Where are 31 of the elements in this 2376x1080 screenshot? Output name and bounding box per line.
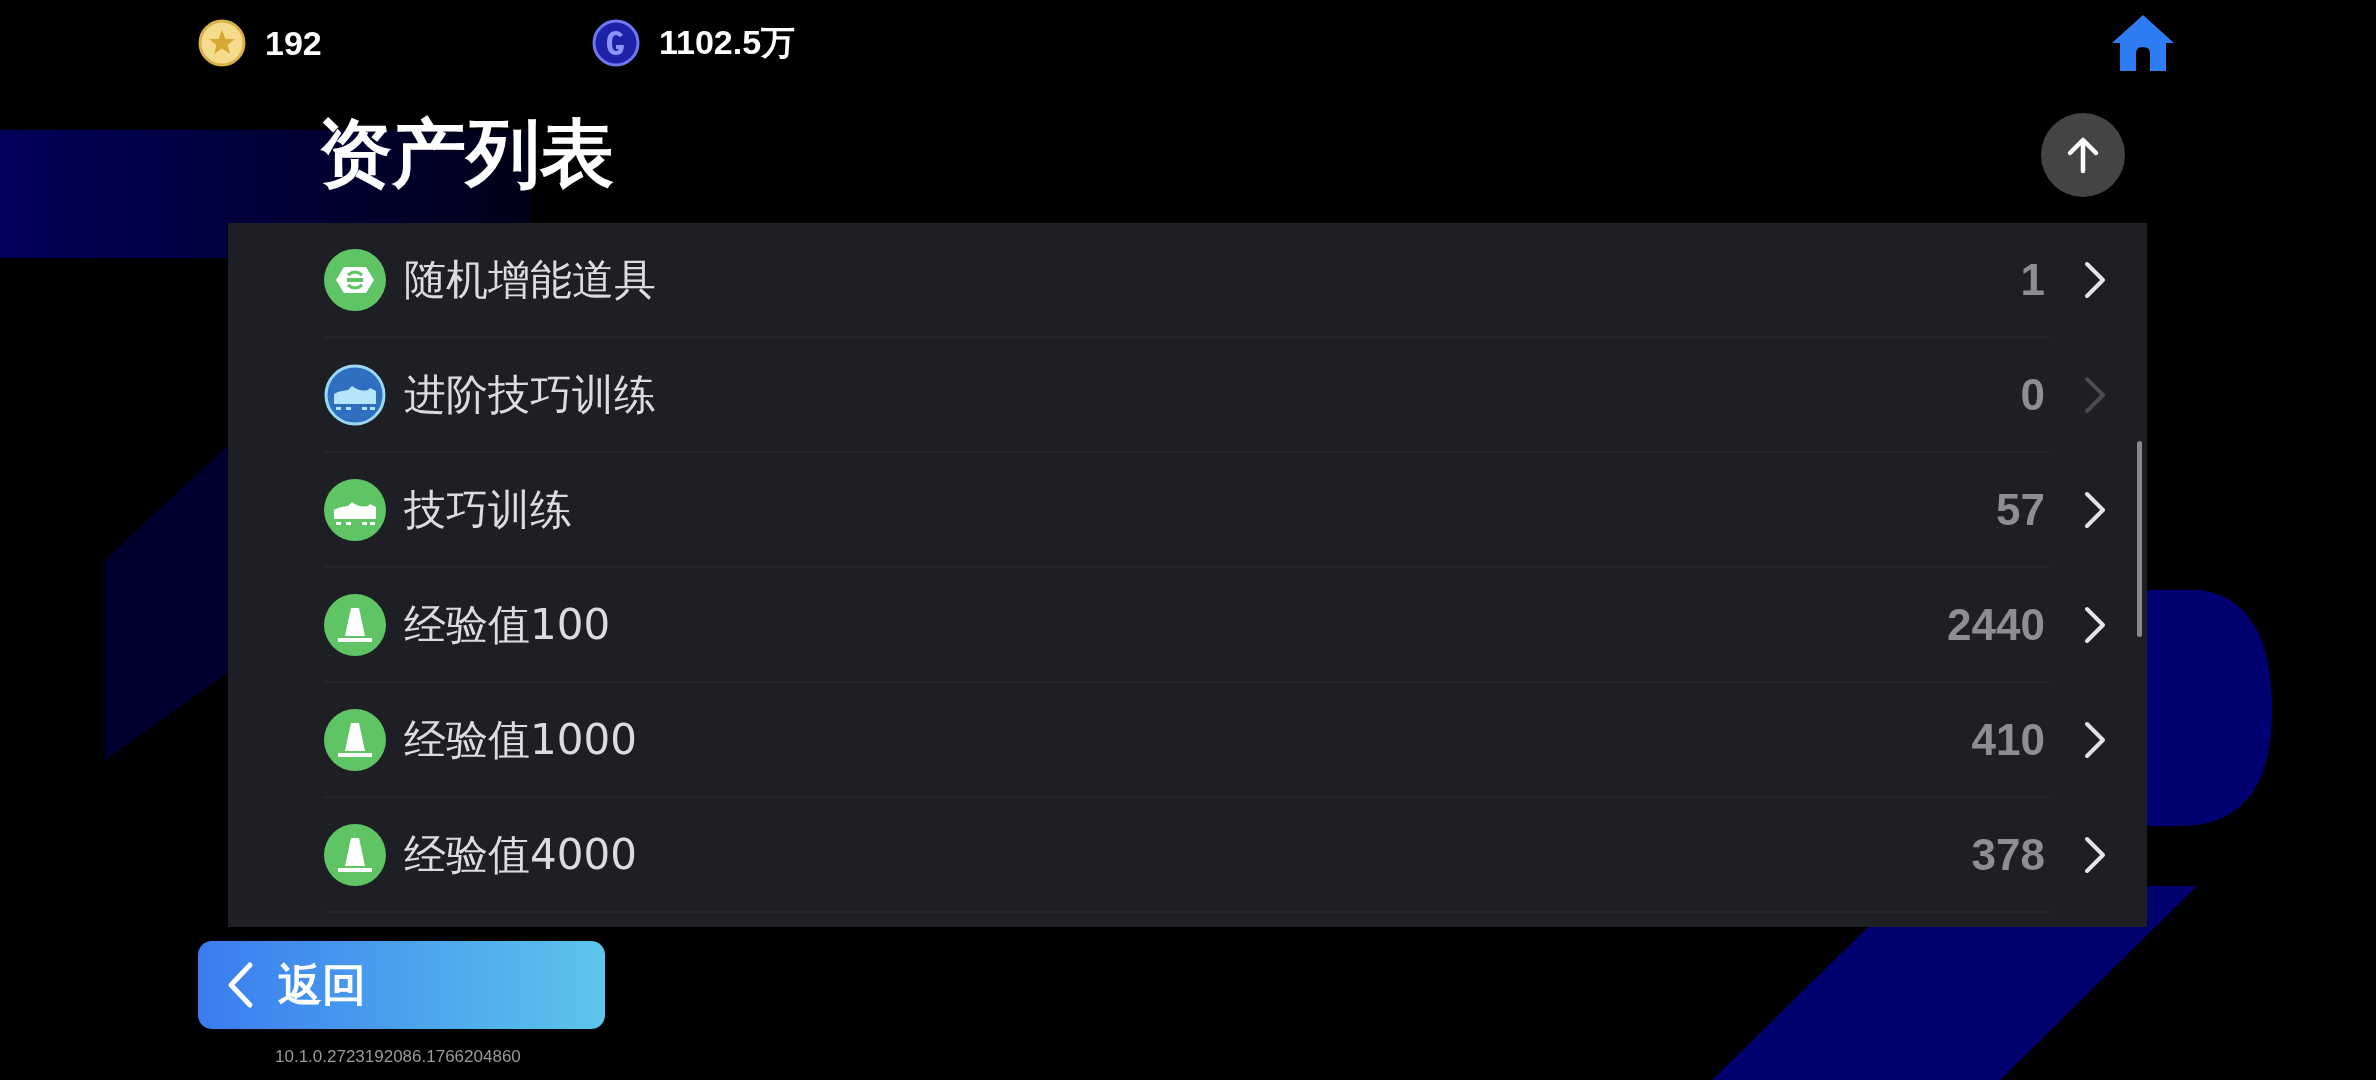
asset-row[interactable]: 经验值4000 378 (324, 798, 2049, 913)
asset-count: 410 (1971, 714, 2045, 765)
cone-icon (324, 708, 386, 771)
asset-name: 进阶技巧训练 (404, 368, 656, 421)
asset-name: 技巧训练 (404, 483, 572, 536)
shoe-icon (324, 478, 386, 541)
star-coin-icon (198, 19, 246, 67)
asset-row[interactable]: 经验值100 2440 (324, 568, 2049, 683)
asset-name: 经验值4000 (404, 828, 637, 881)
chevron-left-icon (226, 961, 254, 1009)
asset-row[interactable]: 随机增能道具 1 (324, 223, 2049, 338)
asset-count: 0 (2020, 369, 2045, 420)
scrollbar[interactable] (2137, 441, 2142, 637)
asset-count: 1 (2020, 254, 2045, 305)
asset-count: 57 (1996, 484, 2045, 535)
home-icon[interactable] (2110, 13, 2176, 73)
cone-icon (324, 823, 386, 886)
g-coin-icon (592, 19, 640, 67)
shoe-icon (324, 363, 386, 426)
page-title: 资产列表 (318, 108, 614, 198)
version-text: 10.1.0.2723192086.1766204860 (275, 1047, 522, 1067)
asset-count: 2440 (1947, 599, 2045, 650)
asset-row[interactable]: 经验值1000 410 (324, 683, 2049, 798)
asset-row[interactable]: 技巧训练 57 (324, 453, 2049, 568)
asset-count: 378 (1971, 829, 2045, 880)
cone-icon (324, 593, 386, 656)
asset-name: 经验值1000 (404, 713, 637, 766)
asset-name: 随机增能道具 (404, 253, 656, 306)
currency-amount: 192 (265, 23, 322, 63)
asset-name: 经验值100 (404, 598, 611, 651)
currency-amount: 1102.5万 (659, 22, 796, 63)
